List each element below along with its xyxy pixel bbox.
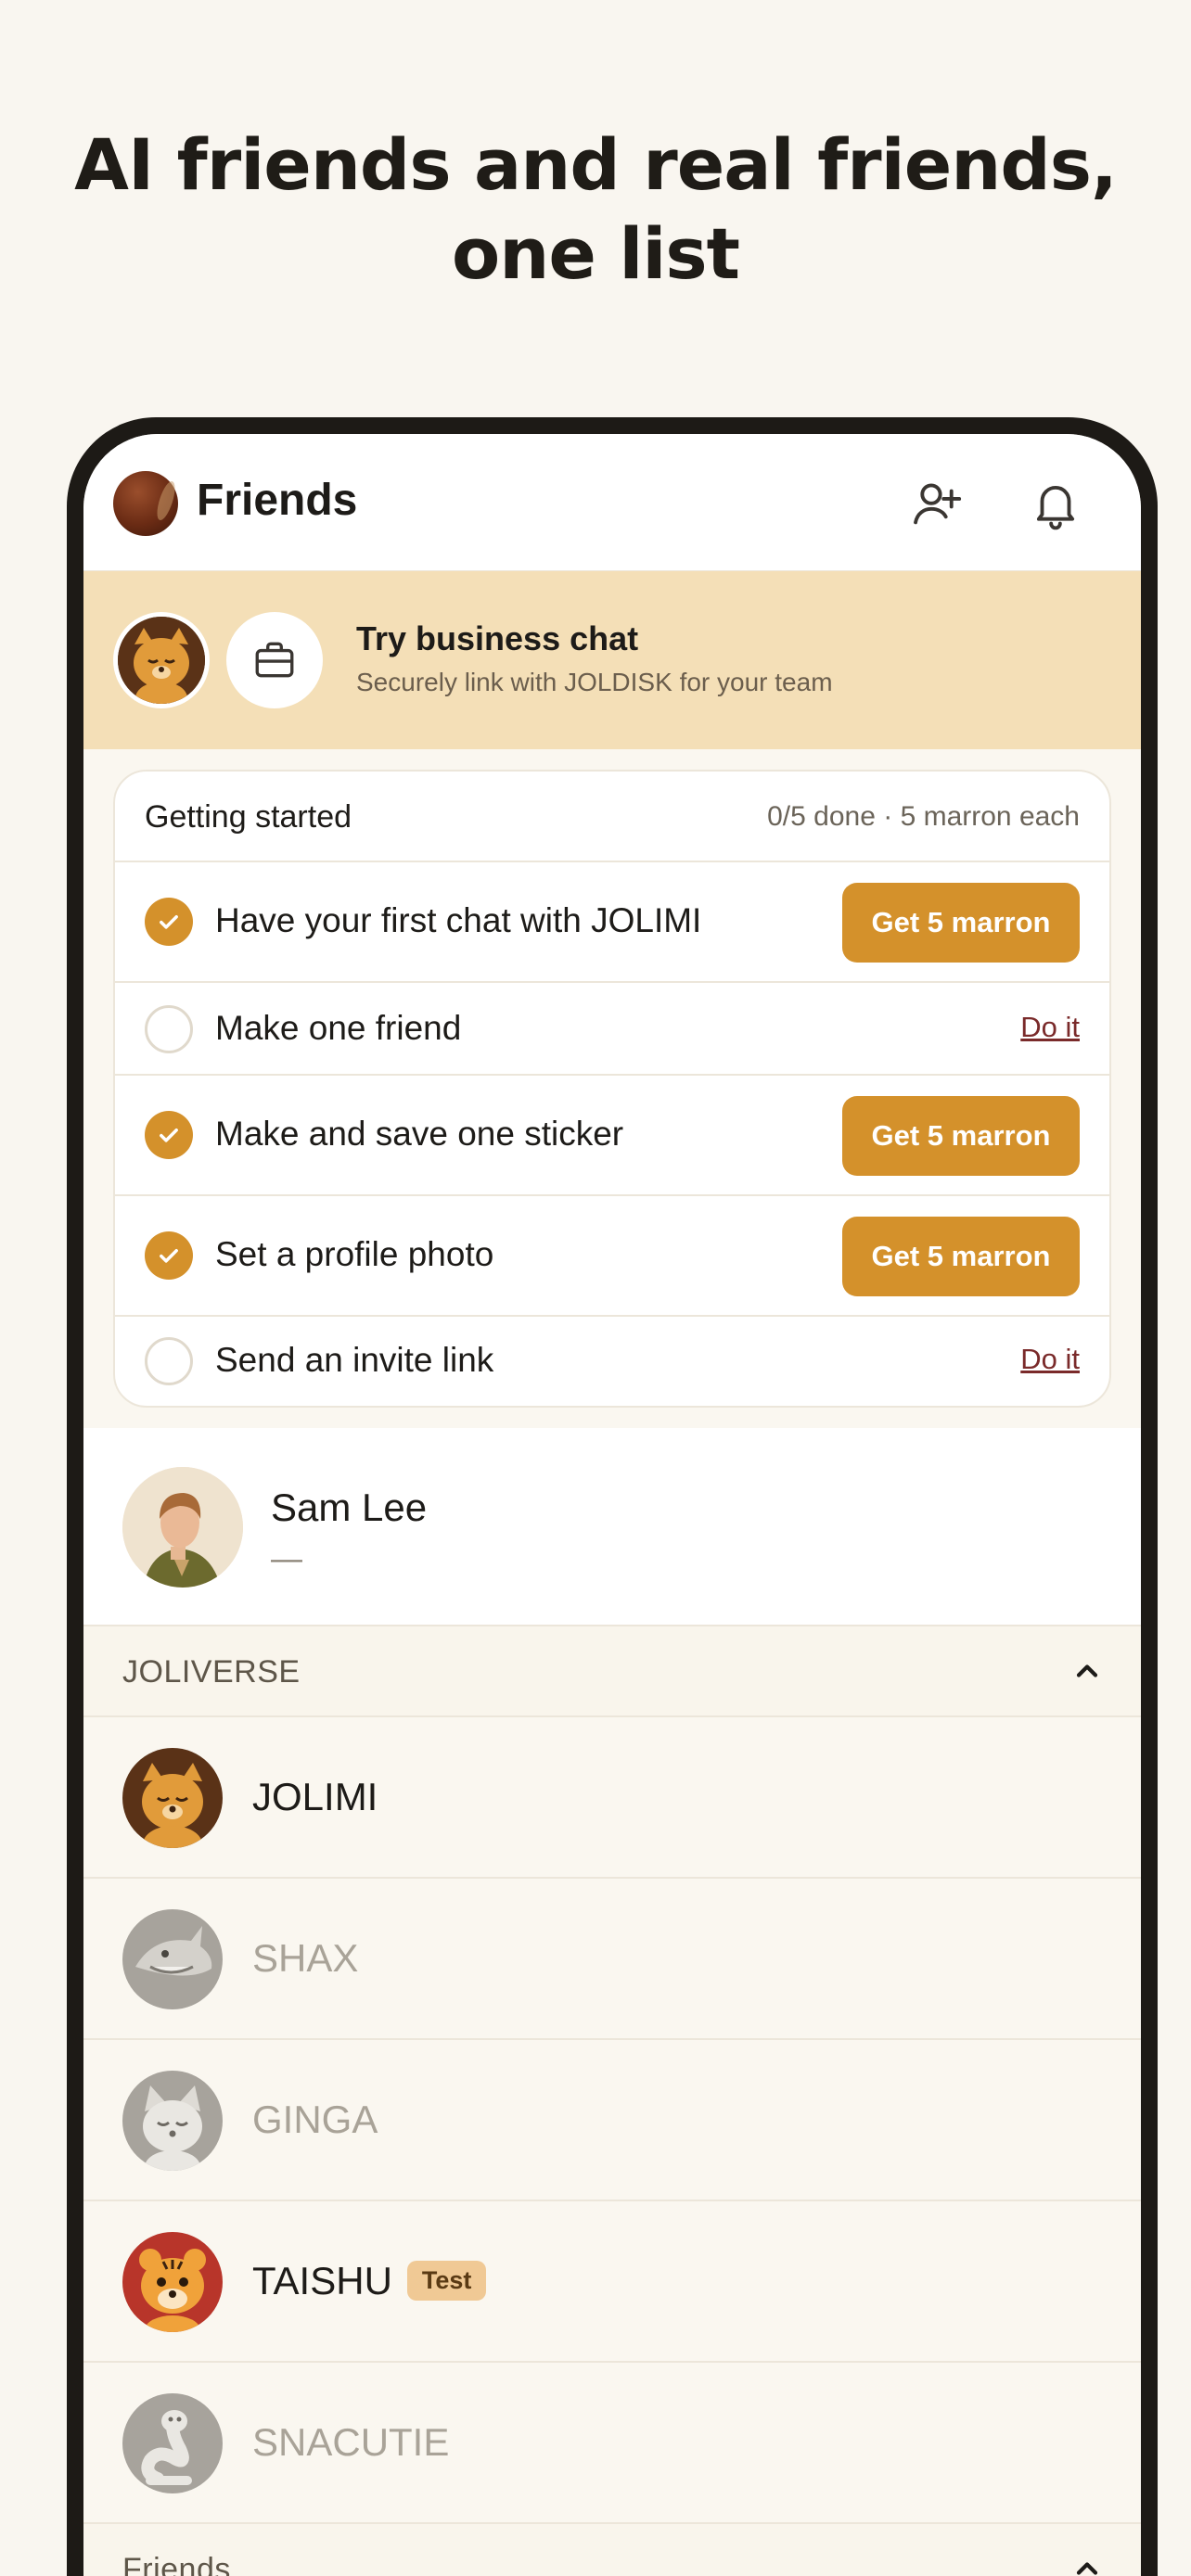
profile-name: Sam Lee [271,1486,428,1529]
friend-row-jolimi[interactable]: JOLIMI [83,1717,1141,1879]
task-label: Make one friend [215,1009,462,1047]
friend-name: JOLIMI [252,1775,378,1818]
add-friend-button[interactable] [903,471,970,538]
chestnut-logo-icon [113,471,178,536]
bear-mascot-icon [122,1748,223,1848]
avatar [122,1748,223,1848]
chevron-up-icon [1076,1664,1098,1677]
section-label: JOLIVERSE [122,1654,301,1690]
chevron-up-icon [1076,2562,1098,2575]
person-plus-icon [914,483,962,525]
person-portrait-icon [122,1467,243,1588]
notifications-button[interactable] [1022,471,1089,538]
bear-mascot-icon [118,617,205,704]
business-banner-subtitle: Securely link with JOLDISK for your team [356,668,833,696]
friend-name: GINGA [252,2098,378,2141]
headline-line-1: AI friends and real friends, [74,123,1118,206]
task-row: Send an invite link Do it [115,1317,1109,1406]
task-row: Make one friend Do it [115,983,1109,1076]
jolimi-avatar [113,612,210,708]
shark-mascot-icon [122,1909,223,2009]
business-banner-title: Try business chat [356,619,639,657]
getting-started-progress: 0/5 done · 5 marron each [767,801,1080,832]
snake-mascot-icon [122,2393,223,2493]
avatar [122,1467,243,1588]
friend-row-shax[interactable]: SHAX [83,1879,1141,2040]
checkmark-icon [145,1231,193,1280]
claim-reward-button[interactable]: Get 5 marron [842,883,1080,963]
joliverse-section-header[interactable]: JOLIVERSE [83,1626,1141,1717]
claim-reward-button[interactable]: Get 5 marron [842,1096,1080,1176]
friend-row-ginga[interactable]: GINGA [83,2040,1141,2201]
task-label: Have your first chat with JOLIMI [215,901,702,939]
empty-circle-icon[interactable] [145,1337,193,1385]
briefcase-icon-badge [226,612,323,708]
app-screen: Friends Try business chat Securely link … [83,434,1141,2576]
getting-started-header: Getting started 0/5 done · 5 marron each [115,772,1109,862]
test-badge: Test [406,2261,487,2301]
my-profile-row[interactable]: Sam Lee — [83,1428,1141,1626]
fox-mascot-icon [122,2071,223,2171]
avatar [122,2393,223,2493]
friend-row-taishu[interactable]: TAISHU Test [83,2201,1141,2363]
task-row: Set a profile photo Get 5 marron [115,1196,1109,1317]
task-row: Have your first chat with JOLIMI Get 5 m… [115,862,1109,983]
avatar [122,2232,223,2332]
headline-line-2: one list [452,212,740,295]
do-it-link[interactable]: Do it [1020,1343,1080,1376]
promo-headline: AI friends and real friends, one list [0,121,1191,299]
empty-circle-icon[interactable] [145,1005,193,1053]
business-chat-banner[interactable]: Try business chat Securely link with JOL… [83,571,1141,749]
friend-name: SHAX [252,1936,359,1980]
bell-icon [1036,486,1075,530]
profile-status: — [271,1541,302,1576]
tiger-mascot-icon [122,2232,223,2332]
checkmark-icon [145,898,193,946]
friends-section-header[interactable]: Friends [83,2524,1141,2576]
do-it-link[interactable]: Do it [1020,1011,1080,1044]
friend-name: SNACUTIE [252,2420,450,2464]
task-label: Set a profile photo [215,1235,494,1273]
friend-name: TAISHU Test [252,2259,487,2303]
getting-started-card: Getting started 0/5 done · 5 marron each… [113,770,1111,1408]
task-label: Make and save one sticker [215,1115,624,1153]
section-label: Friends [122,2552,231,2576]
claim-reward-button[interactable]: Get 5 marron [842,1217,1080,1296]
task-row: Make and save one sticker Get 5 marron [115,1076,1109,1196]
avatar [122,1909,223,2009]
friend-row-snacutie[interactable]: SNACUTIE [83,2363,1141,2524]
avatar [122,2071,223,2171]
page-title: Friends [197,476,358,525]
top-bar: Friends [83,434,1141,571]
getting-started-title: Getting started [145,799,352,835]
friend-name-text: TAISHU [252,2259,392,2302]
briefcase-icon [255,642,294,678]
task-label: Send an invite link [215,1341,494,1379]
checkmark-icon [145,1111,193,1159]
